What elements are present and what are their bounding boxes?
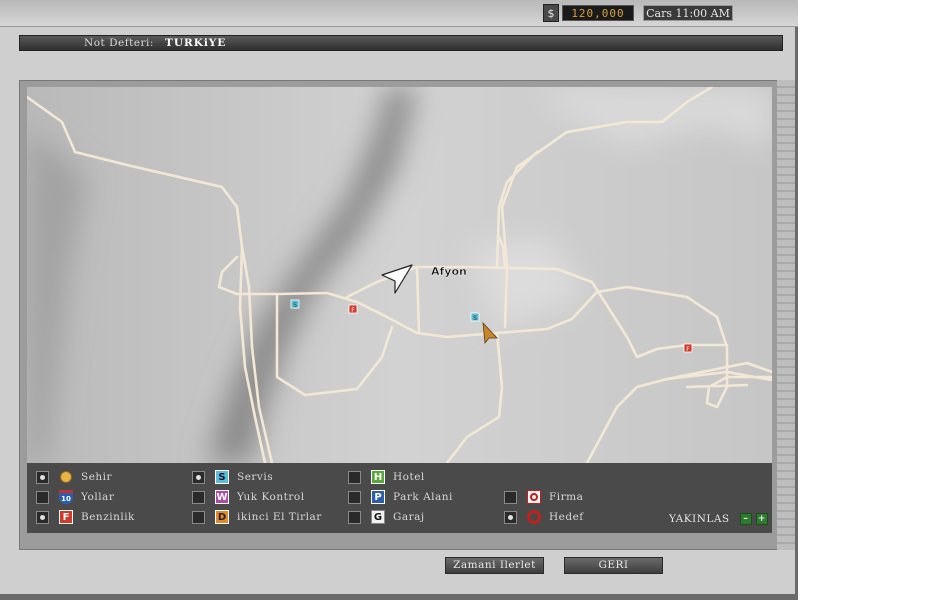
service-icon: S [215,470,229,484]
target-ring-icon [527,510,541,524]
fuel-station-icon: F [59,510,73,524]
svg-text:F: F [351,307,355,314]
legend-benzinlik[interactable]: F Benzinlik [36,509,135,525]
road-shield-icon: 10 [59,490,73,504]
city-label-afyon: Afyon [431,265,467,278]
legend-park-alani[interactable]: P Park Alani [348,489,453,505]
legend-yuk-kontrol[interactable]: W Yuk Kontrol [192,489,305,505]
notebook-bar: Not Defteri: TURKiYE [19,35,783,51]
legend-label: Park Alani [393,491,453,503]
legend-label: Servis [237,471,274,483]
ikinci-el-checkbox[interactable] [192,510,205,524]
legend-label: Garaj [393,511,425,523]
weigh-station-icon: W [215,490,229,504]
garage-icon: G [371,510,385,524]
used-trucks-icon: D [215,510,229,524]
svg-text:S: S [473,315,477,322]
legend-yollar[interactable]: 10 Yollar [36,489,114,505]
garaj-checkbox[interactable] [348,510,361,524]
notebook-label: Not Defteri: [84,37,154,49]
zoom-control: YAKINLAS – + [669,513,772,525]
map-view[interactable]: F F S S Afyon [27,87,772,463]
park-alani-checkbox[interactable] [348,490,361,504]
zoom-label: YAKINLAS [669,513,730,525]
fuel-station-icon[interactable]: F [348,304,358,314]
legend-label: Firma [549,491,584,503]
service-icon[interactable]: S [290,299,300,309]
yollar-checkbox[interactable] [36,490,49,504]
svg-text:S: S [293,302,297,309]
side-decoration [777,80,795,550]
legend-label: ikinci El Tirlar [237,511,322,523]
benzinlik-checkbox[interactable] [36,510,49,524]
legend-servis[interactable]: S Servis [192,469,273,485]
service-icon[interactable]: S [470,312,480,322]
company-icon [527,490,541,504]
legend-firma[interactable]: Firma [504,489,583,505]
legend-sehir[interactable]: Sehir [36,469,112,485]
yuk-kontrol-checkbox[interactable] [192,490,205,504]
legend-label: Hotel [393,471,425,483]
firma-checkbox[interactable] [504,490,517,504]
status-bar: $ 120,000 Cars 11:00 AM [543,4,733,22]
game-window: $ 120,000 Cars 11:00 AM Not Defteri: TUR… [0,0,798,600]
parking-icon: P [371,490,385,504]
map-canvas[interactable]: F F S S Afyon [27,87,772,463]
legend-hotel[interactable]: H Hotel [348,469,425,485]
servis-checkbox[interactable] [192,470,205,484]
legend-garaj[interactable]: G Garaj [348,509,425,525]
zoom-out-button[interactable]: – [739,513,752,525]
legend-label: Hedef [549,511,584,523]
legend-hedef[interactable]: Hedef [504,509,584,525]
hotel-icon: H [371,470,385,484]
hotel-checkbox[interactable] [348,470,361,484]
svg-text:F: F [686,346,690,353]
legend-label: Yollar [81,491,115,503]
legend-label: Benzinlik [81,511,135,523]
clock-display: Cars 11:00 AM [643,5,733,21]
zoom-in-button[interactable]: + [755,513,768,525]
map-legend: Sehir 10 Yollar F Benzinlik S Servis W Y… [27,463,772,533]
legend-ikinci-el[interactable]: D ikinci El Tirlar [192,509,322,525]
legend-label: Yuk Kontrol [237,491,305,503]
back-button[interactable]: GERI [564,557,663,574]
hedef-checkbox[interactable] [504,510,517,524]
fuel-station-icon[interactable]: F [683,343,693,353]
legend-label: Sehir [81,471,113,483]
notebook-value: TURKiYE [165,37,227,49]
sehir-checkbox[interactable] [36,470,49,484]
dollar-icon: $ [543,4,559,22]
window-bottom-edge [0,594,798,600]
city-dot-icon [59,470,73,484]
advance-time-button[interactable]: Zamani Ilerlet [445,557,544,574]
money-display: 120,000 [562,5,634,21]
